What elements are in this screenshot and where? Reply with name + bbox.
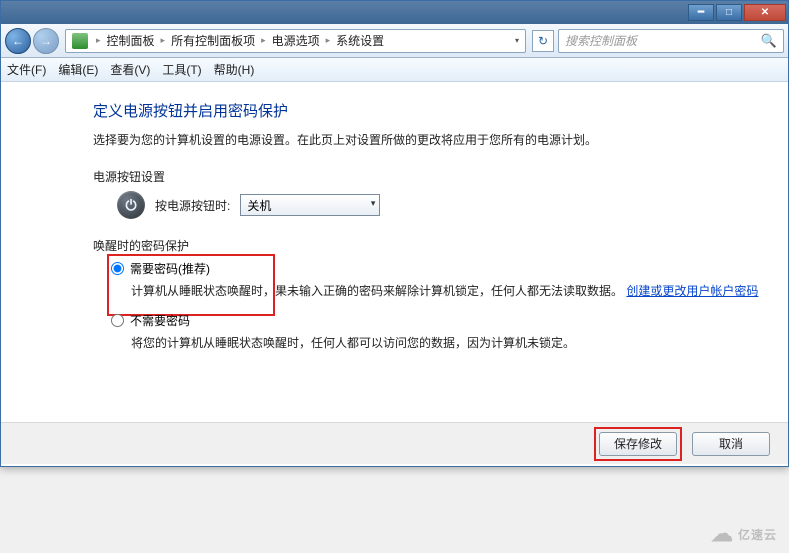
option2-body: 将您的计算机从睡眠状态唤醒时，任何人都可以访问您的数据，因为计算机未锁定。 <box>131 333 760 353</box>
close-button[interactable]: ✕ <box>744 4 786 21</box>
chevron-right-icon: ▸ <box>326 35 331 46</box>
power-button-row: ⏻ 按电源按钮时: 关机 <box>117 191 760 219</box>
power-action-value: 关机 <box>247 197 271 214</box>
menu-edit[interactable]: 编辑(E) <box>58 61 98 78</box>
chevron-right-icon: ▸ <box>261 35 266 46</box>
menu-file[interactable]: 文件(F) <box>7 61 46 78</box>
page-title: 定义电源按钮并启用密码保护 <box>93 100 760 121</box>
menu-tools[interactable]: 工具(T) <box>162 61 201 78</box>
menu-help[interactable]: 帮助(H) <box>214 61 255 78</box>
search-icon: 🔍 <box>761 33 777 49</box>
page-description: 选择要为您的计算机设置的电源设置。在此页上对设置所做的更改将应用于您所有的电源计… <box>93 131 760 150</box>
breadcrumb-seg1[interactable]: 控制面板 <box>105 30 157 51</box>
power-icon: ⏻ <box>117 191 145 219</box>
option-no-password: 不需要密码 将您的计算机从睡眠状态唤醒时，任何人都可以访问您的数据，因为计算机未… <box>111 312 760 353</box>
refresh-icon: ↻ <box>538 34 548 48</box>
chevron-right-icon: ▸ <box>161 35 166 46</box>
control-panel-icon <box>72 33 88 49</box>
arrow-right-icon: → <box>40 34 52 48</box>
option1-body: 计算机从睡眠状态唤醒时，果未输入正确的密码来解除计算机锁定，任何人都无法读取数据… <box>131 281 760 301</box>
cancel-button[interactable]: 取消 <box>692 432 770 456</box>
breadcrumb-seg3[interactable]: 电源选项 <box>270 30 322 51</box>
power-section-label: 电源按钮设置 <box>93 168 760 185</box>
cloud-icon: ☁ <box>711 521 734 547</box>
content-area: 定义电源按钮并启用密码保护 选择要为您的计算机设置的电源设置。在此页上对设置所做… <box>1 82 788 422</box>
window-frame: ━ □ ✕ ← → ▸ 控制面板 ▸ 所有控制面板项 ▸ 电源选项 ▸ 系统设置… <box>0 0 789 467</box>
title-text <box>3 1 686 24</box>
watermark: ☁ 亿速云 <box>711 521 777 547</box>
radio-no-password[interactable] <box>111 314 124 327</box>
search-input[interactable]: 搜索控制面板 🔍 <box>558 29 784 53</box>
location-bar[interactable]: ▸ 控制面板 ▸ 所有控制面板项 ▸ 电源选项 ▸ 系统设置 ▾ <box>65 29 526 53</box>
arrow-left-icon: ← <box>12 34 24 48</box>
menu-bar: 文件(F) 编辑(E) 查看(V) 工具(T) 帮助(H) <box>1 58 788 82</box>
watermark-text: 亿速云 <box>738 526 777 543</box>
back-button[interactable]: ← <box>5 28 31 54</box>
maximize-button[interactable]: □ <box>716 4 742 21</box>
breadcrumb-seg2[interactable]: 所有控制面板项 <box>169 30 257 51</box>
button-bar: 保存修改 取消 <box>1 422 788 464</box>
highlight-box-save: 保存修改 <box>594 427 682 461</box>
chevron-down-icon[interactable]: ▾ <box>511 36 523 45</box>
power-action-label: 按电源按钮时: <box>155 197 230 214</box>
breadcrumb-seg4[interactable]: 系统设置 <box>334 30 386 51</box>
search-placeholder: 搜索控制面板 <box>565 32 637 49</box>
refresh-button[interactable]: ↻ <box>532 30 554 52</box>
create-password-link[interactable]: 创建或更改用户帐户密码 <box>626 284 758 298</box>
menu-view[interactable]: 查看(V) <box>110 61 150 78</box>
wake-section-label: 唤醒时的密码保护 <box>93 237 760 254</box>
option1-label: 需要密码(推荐) <box>130 260 210 277</box>
minimize-button[interactable]: ━ <box>688 4 714 21</box>
option2-label: 不需要密码 <box>130 312 190 329</box>
option-require-password: 需要密码(推荐) 计算机从睡眠状态唤醒时，果未输入正确的密码来解除计算机锁定，任… <box>111 260 760 301</box>
save-button[interactable]: 保存修改 <box>599 432 677 456</box>
power-action-select[interactable]: 关机 <box>240 194 380 216</box>
navigation-bar: ← → ▸ 控制面板 ▸ 所有控制面板项 ▸ 电源选项 ▸ 系统设置 ▾ ↻ 搜… <box>1 24 788 58</box>
chevron-right-icon: ▸ <box>96 35 101 46</box>
titlebar: ━ □ ✕ <box>1 1 788 24</box>
forward-button[interactable]: → <box>33 28 59 54</box>
radio-require-password[interactable] <box>111 262 124 275</box>
